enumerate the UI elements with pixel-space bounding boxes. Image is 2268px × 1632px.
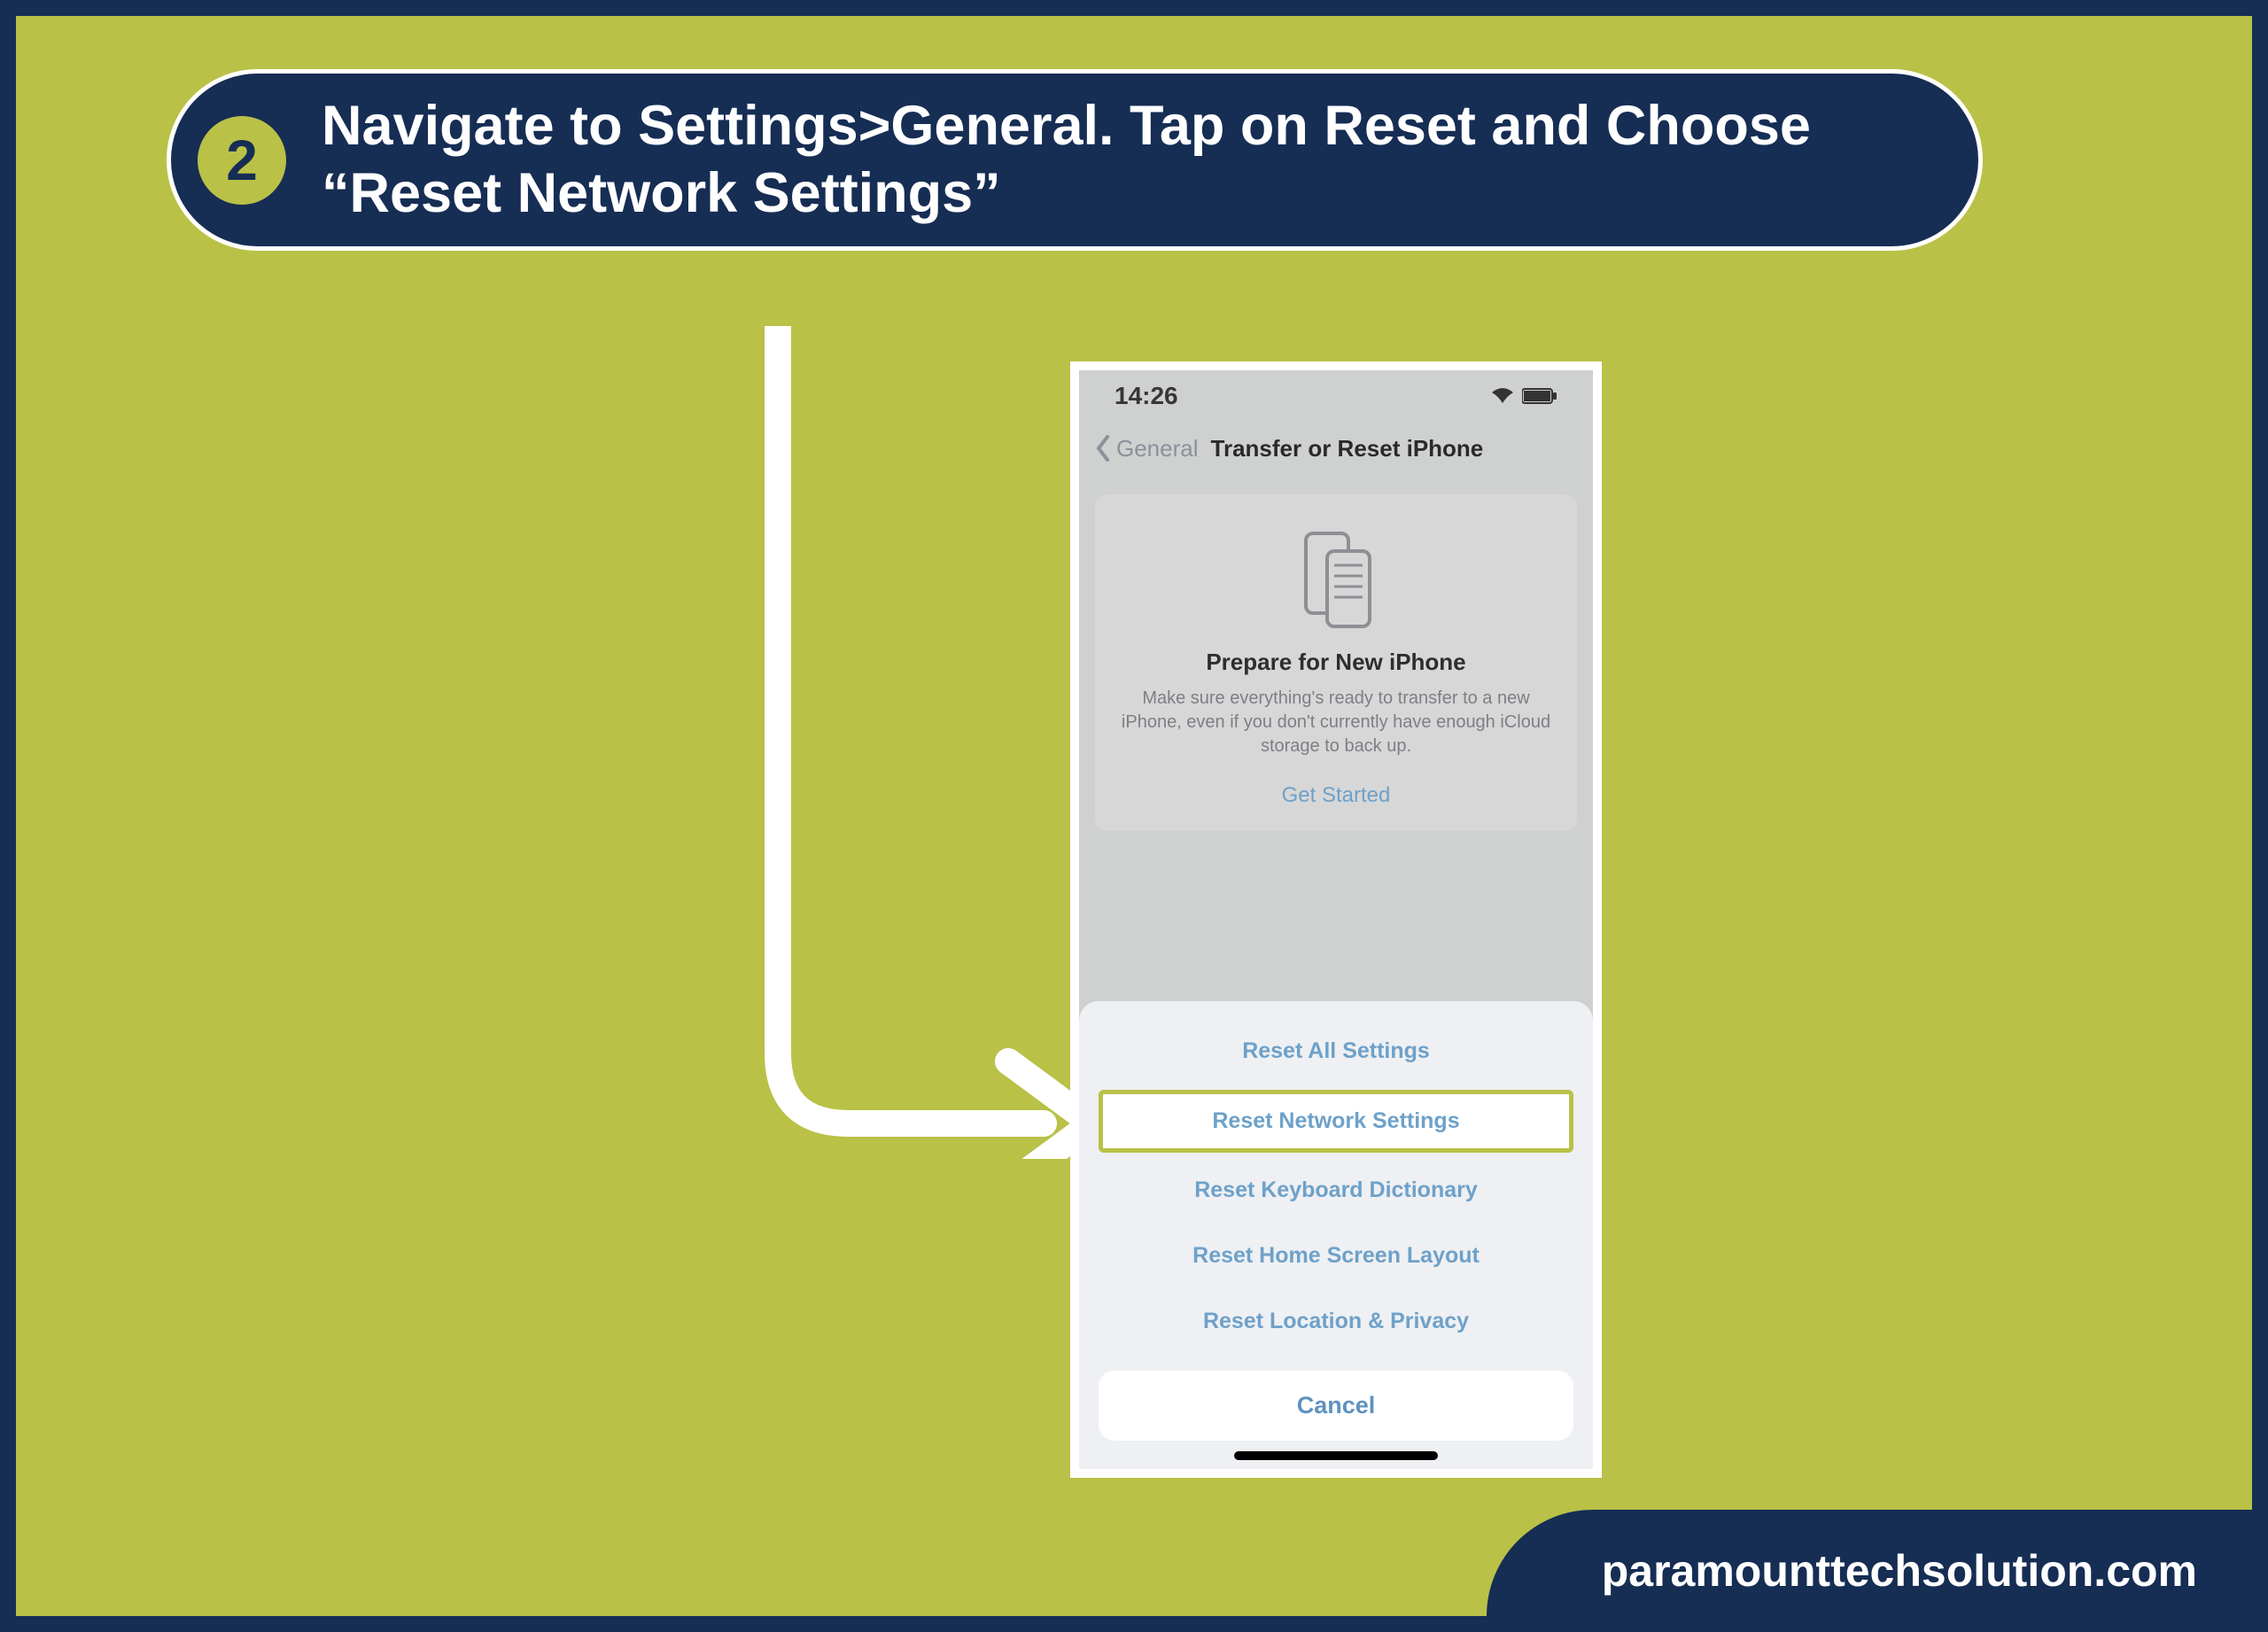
nav-bar: General Transfer or Reset iPhone: [1079, 422, 1593, 475]
step-header: 2 Navigate to Settings>General. Tap on R…: [167, 69, 1983, 251]
sheet-item-reset-home[interactable]: Reset Home Screen Layout: [1099, 1224, 1573, 1289]
nav-back-label[interactable]: General: [1116, 435, 1199, 462]
sheet-item-reset-location[interactable]: Reset Location & Privacy: [1099, 1289, 1573, 1355]
sheet-item-reset-network[interactable]: Reset Network Settings: [1099, 1090, 1573, 1153]
step-instruction: Navigate to Settings>General. Tap on Res…: [322, 93, 1907, 227]
reset-action-sheet: Reset All Settings Reset Network Setting…: [1079, 1001, 1593, 1469]
battery-icon: [1522, 387, 1557, 405]
prepare-title: Prepare for New iPhone: [1115, 649, 1557, 676]
get-started-link[interactable]: Get Started: [1115, 783, 1557, 808]
sheet-item-reset-keyboard[interactable]: Reset Keyboard Dictionary: [1099, 1158, 1573, 1224]
status-time: 14:26: [1115, 382, 1178, 410]
status-icons: [1490, 387, 1557, 405]
prepare-description: Make sure everything's ready to transfer…: [1115, 687, 1557, 758]
arrow-icon: [751, 326, 1123, 1159]
wifi-icon: [1490, 387, 1515, 405]
back-chevron-icon[interactable]: [1095, 435, 1111, 462]
device-illustration-icon: [1115, 525, 1557, 631]
footer-domain: paramounttechsolution.com: [1487, 1510, 2268, 1632]
phone-screenshot: 14:26 General Transfer or Reset iPhone: [1070, 361, 1602, 1478]
step-number-badge: 2: [198, 116, 286, 205]
sheet-item-reset-all[interactable]: Reset All Settings: [1099, 1019, 1573, 1084]
instruction-frame: 2 Navigate to Settings>General. Tap on R…: [0, 0, 2268, 1632]
cancel-button[interactable]: Cancel: [1099, 1371, 1573, 1441]
nav-title: Transfer or Reset iPhone: [1204, 435, 1578, 462]
status-bar: 14:26: [1079, 370, 1593, 422]
prepare-card: Prepare for New iPhone Make sure everyth…: [1095, 494, 1577, 831]
home-indicator: [1234, 1451, 1438, 1460]
